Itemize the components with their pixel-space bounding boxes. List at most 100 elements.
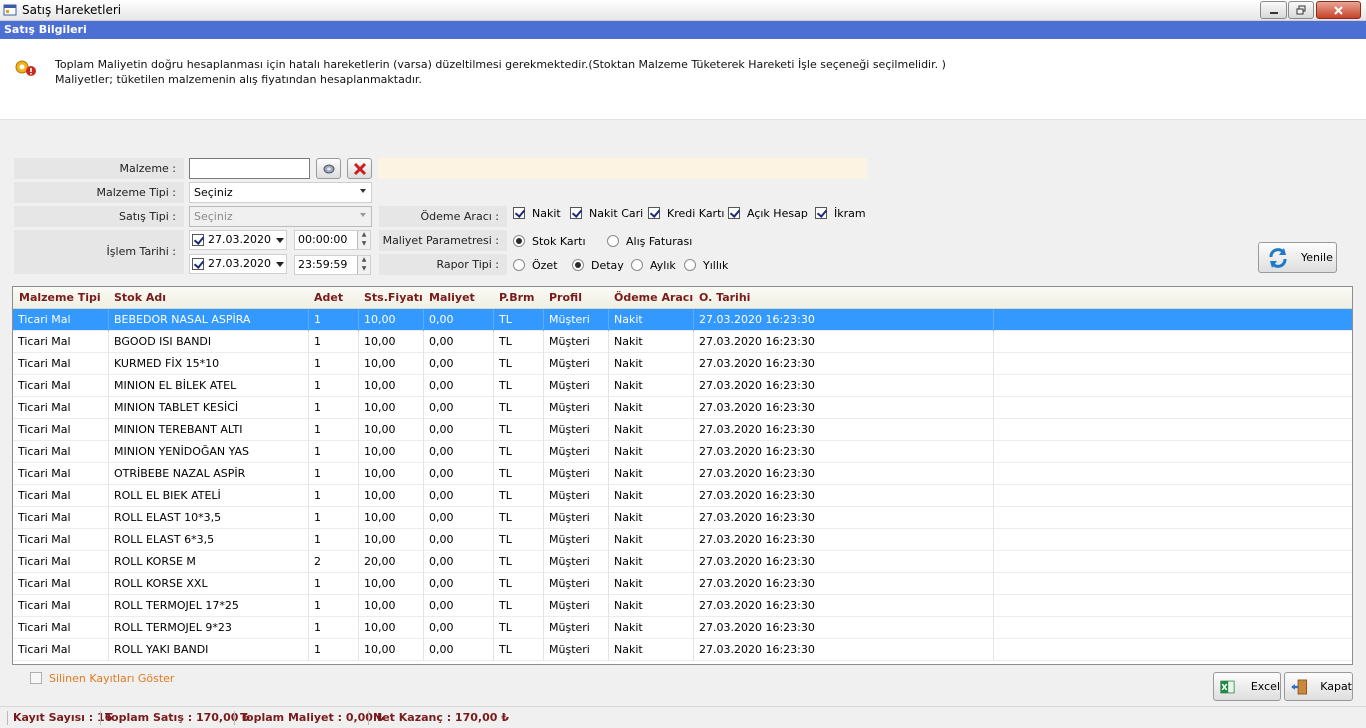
rapor-yillik-radio[interactable]	[684, 259, 696, 271]
cell-odeme-araci: Nakit	[609, 397, 694, 419]
sales-grid[interactable]: Malzeme Tipi Stok Adı Adet Sts.Fiyatı Ma…	[12, 286, 1353, 665]
cell-sts-fiyati: 10,00	[359, 441, 424, 463]
cell-maliyet: 0,00	[424, 529, 494, 551]
malzeme-tipi-select[interactable]: Seçiniz	[189, 182, 372, 203]
table-row[interactable]: Ticari Mal MINION EL BİLEK ATEL 1 10,00 0,00…	[13, 375, 1352, 397]
maximize-button[interactable]	[1288, 1, 1314, 19]
table-row[interactable]: Ticari Mal ROLL YAKI BANDI 1 10,00 0,00 TL Müş…	[13, 639, 1352, 661]
maliyet-alis-faturasi-radio[interactable]	[607, 235, 619, 247]
odeme-acik-hesap-label: Açık Hesap	[747, 207, 808, 220]
table-row[interactable]: Ticari Mal ROLL ELAST 6*3,5 1 10,00 0,00 TL Mü…	[13, 529, 1352, 551]
cell-o-tarihi: 27.03.2020 16:23:30	[694, 507, 994, 529]
column-header[interactable]: Sts.Fiyatı	[364, 291, 423, 304]
column-header[interactable]: Ödeme Aracı	[614, 291, 693, 304]
chevron-down-icon	[276, 238, 284, 243]
cell-o-tarihi: 27.03.2020 16:23:30	[694, 397, 994, 419]
rapor-aylik-radio[interactable]	[631, 259, 643, 271]
close-icon	[1334, 5, 1343, 15]
cell-sts-fiyati: 10,00	[359, 573, 424, 595]
column-header[interactable]: Adet	[314, 291, 343, 304]
table-row[interactable]: Ticari Mal ROLL TERMOJEL 17*25 1 10,00 0,00 T…	[13, 595, 1352, 617]
table-row[interactable]: Ticari Mal ROLL KORSE XXL 1 10,00 0,00 TL Müşt…	[13, 573, 1352, 595]
cell-pbrm: TL	[494, 397, 544, 419]
cell-profil: Müşteri	[544, 397, 609, 419]
column-header[interactable]: Profil	[549, 291, 582, 304]
cell-pbrm: TL	[494, 309, 544, 331]
table-row[interactable]: Ticari Mal OTRİBEBE NAZAL ASPİR 1 10,00 0,00…	[13, 463, 1352, 485]
excel-icon	[1220, 680, 1235, 693]
column-header[interactable]: Malzeme Tipi	[19, 291, 101, 304]
rapor-aylik-label: Aylık	[650, 259, 676, 272]
start-time-spinner[interactable]: ▲ ▼	[357, 231, 370, 249]
cell-o-tarihi: 27.03.2020 16:23:30	[694, 551, 994, 573]
satis-tipi-value: Seçiniz	[194, 210, 233, 223]
minimize-button[interactable]	[1260, 1, 1287, 19]
excel-button[interactable]: Excel	[1213, 672, 1281, 701]
cell-malzeme-tipi: Ticari Mal	[13, 507, 109, 529]
cell-maliyet: 0,00	[424, 463, 494, 485]
cell-stok-adi: ROLL TERMOJEL 17*25	[109, 595, 309, 617]
malzeme-input[interactable]	[189, 158, 310, 179]
cell-profil: Müşteri	[544, 331, 609, 353]
close-form-button[interactable]: Kapat	[1284, 672, 1353, 701]
show-deleted-checkbox[interactable]	[30, 672, 42, 684]
clear-x-icon	[353, 162, 366, 175]
close-window-button[interactable]	[1316, 1, 1361, 19]
cell-profil: Müşteri	[544, 617, 609, 639]
refresh-button[interactable]: Yenile	[1258, 242, 1337, 273]
cell-o-tarihi: 27.03.2020 16:23:30	[694, 573, 994, 595]
odeme-nakit-checkbox[interactable]	[513, 207, 525, 219]
odeme-acik-hesap-checkbox[interactable]	[728, 207, 740, 219]
status-separator	[100, 711, 101, 725]
table-row[interactable]: Ticari Mal MINION TABLET KESİCİ 1 10,00 0,00…	[13, 397, 1352, 419]
maliyet-stok-karti-radio[interactable]	[513, 235, 525, 247]
table-row[interactable]: Ticari Mal BGOOD ISI BANDI 1 10,00 0,00 TL Müş…	[13, 331, 1352, 353]
cell-stok-adi: MINION YENİDOĞAN YAS	[109, 441, 309, 463]
end-date-checkbox[interactable]	[192, 258, 204, 270]
cell-sts-fiyati: 20,00	[359, 551, 424, 573]
malzeme-label: Malzeme :	[14, 158, 184, 179]
column-header[interactable]: O. Tarihi	[699, 291, 750, 304]
odeme-nakit-cari-label: Nakit Cari	[589, 207, 644, 220]
table-row[interactable]: Ticari Mal ROLL TERMOJEL 9*23 1 10,00 0,00 TL…	[13, 617, 1352, 639]
column-header[interactable]: Stok Adı	[114, 291, 166, 304]
cell-stok-adi: ROLL EL BIEK ATELİ	[109, 485, 309, 507]
odeme-nakit-cari-checkbox[interactable]	[570, 207, 582, 219]
odeme-ikram-label: İkram	[834, 207, 866, 220]
cell-o-tarihi: 27.03.2020 16:23:30	[694, 463, 994, 485]
malzeme-clear-button[interactable]	[347, 158, 372, 179]
table-row[interactable]: Ticari Mal MINION YENİDOĞAN YAS 1 10,00 0,00…	[13, 441, 1352, 463]
odeme-ikram-checkbox[interactable]	[815, 207, 827, 219]
cell-adet: 1	[309, 397, 359, 419]
start-time-value: 00:00:00	[298, 233, 348, 246]
table-row[interactable]: Ticari Mal ROLL ELAST 10*3,5 1 10,00 0,00 TL M…	[13, 507, 1352, 529]
cell-profil: Müşteri	[544, 595, 609, 617]
cell-malzeme-tipi: Ticari Mal	[13, 463, 109, 485]
table-row[interactable]: Ticari Mal MINION TEREBANT ALTI 1 10,00 0,00…	[13, 419, 1352, 441]
rapor-detay-radio[interactable]	[572, 259, 584, 271]
chevron-down-icon	[360, 213, 366, 217]
cell-adet: 1	[309, 595, 359, 617]
table-row[interactable]: Ticari Mal ROLL KORSE M 2 20,00 0,00 TL Müşter…	[13, 551, 1352, 573]
rapor-ozet-radio[interactable]	[513, 259, 525, 271]
cell-pbrm: TL	[494, 639, 544, 661]
end-date-value: 27.03.2020	[208, 257, 271, 270]
table-row[interactable]: Ticari Mal KURMED FİX 15*10 1 10,00 0,00 TL Mü…	[13, 353, 1352, 375]
end-time-spinner[interactable]: ▲ ▼	[357, 256, 370, 274]
cell-stok-adi: ROLL ELAST 10*3,5	[109, 507, 309, 529]
odeme-kredi-karti-checkbox[interactable]	[648, 207, 660, 219]
restore-icon	[1296, 5, 1306, 15]
cell-malzeme-tipi: Ticari Mal	[13, 353, 109, 375]
cell-profil: Müşteri	[544, 551, 609, 573]
table-row[interactable]: Ticari Mal BEBEDOR NASAL ASPİRA 1 10,00 0,00…	[13, 309, 1352, 331]
cell-malzeme-tipi: Ticari Mal	[13, 441, 109, 463]
table-row[interactable]: Ticari Mal ROLL EL BIEK ATELİ 1 10,00 0,00 TL…	[13, 485, 1352, 507]
column-header[interactable]: P.Brm	[499, 291, 535, 304]
malzeme-search-button[interactable]	[316, 158, 341, 179]
cell-sts-fiyati: 10,00	[359, 397, 424, 419]
cell-stok-adi: MINION TEREBANT ALTI	[109, 419, 309, 441]
start-date-checkbox[interactable]	[192, 234, 204, 246]
excel-label: Excel	[1250, 680, 1280, 693]
cell-sts-fiyati: 10,00	[359, 419, 424, 441]
column-header[interactable]: Maliyet	[429, 291, 475, 304]
